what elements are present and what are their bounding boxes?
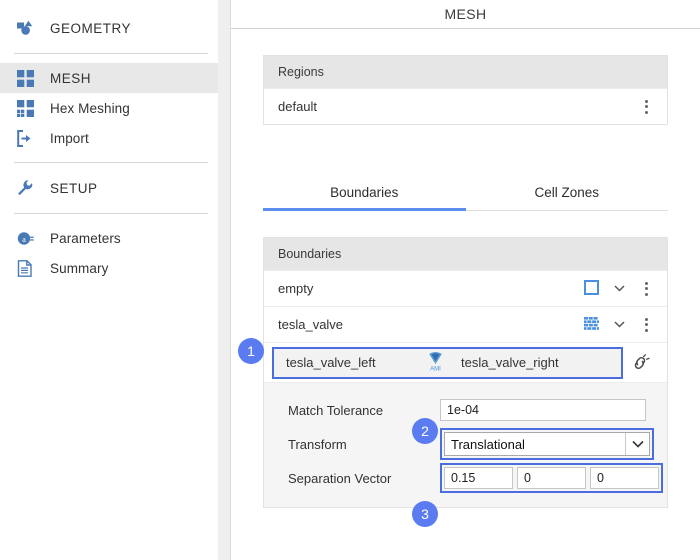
transform-highlight: Translational [440, 428, 654, 460]
ami-interface-icon: AMI [426, 351, 445, 374]
table-row[interactable]: default [264, 88, 667, 124]
page-title: MESH [444, 6, 487, 22]
transform-value: Translational [451, 436, 525, 452]
panel-gutter [218, 0, 230, 560]
tab-boundaries-label: Boundaries [330, 185, 399, 200]
sidebar: GEOMETRY MESH Hex Meshing Import SETUP a… [0, 0, 218, 560]
chevron-down-icon[interactable] [609, 314, 629, 336]
sidebar-item-hex-meshing[interactable]: Hex Meshing [0, 93, 218, 123]
sidebar-label-geometry: GEOMETRY [50, 20, 132, 36]
sidebar-item-import[interactable]: Import [0, 123, 218, 153]
sidebar-section-setup[interactable]: SETUP [0, 172, 218, 204]
transform-select[interactable]: Translational [444, 432, 650, 456]
regions-card: Regions default [263, 55, 668, 125]
separation-vector-highlight [440, 463, 663, 493]
region-name: default [278, 99, 318, 114]
sidebar-divider-1 [14, 53, 208, 54]
sidebar-divider-2 [14, 162, 208, 163]
hex-grid-icon [14, 97, 36, 119]
separation-vector-x-input[interactable] [444, 467, 513, 489]
match-tolerance-label: Match Tolerance [288, 402, 384, 418]
kebab-icon[interactable] [635, 312, 657, 338]
sidebar-label-import: Import [50, 130, 89, 146]
separation-vector-y-input[interactable] [517, 467, 586, 489]
wall-brick-icon[interactable] [582, 316, 599, 333]
chevron-down-icon[interactable] [625, 433, 649, 455]
form-row-transform: Transform Translational [264, 427, 667, 461]
separation-vector-label: Separation Vector [288, 470, 392, 486]
table-row[interactable]: tesla_valve [264, 306, 667, 342]
main-body: Regions default Boundaries Cell Zones Bo… [231, 29, 700, 508]
sidebar-label-mesh: MESH [50, 70, 92, 86]
unlink-icon[interactable] [623, 346, 657, 380]
main-panel: MESH Regions default Boundaries Cell Zon… [230, 0, 700, 560]
import-arrow-icon [14, 127, 36, 149]
svg-text:AMI: AMI [430, 367, 441, 372]
callout-badge-3: 3 [412, 501, 438, 527]
svg-text:a: a [22, 235, 26, 244]
tab-bar: Boundaries Cell Zones [263, 185, 668, 211]
sidebar-label-summary: Summary [50, 260, 109, 276]
sidebar-divider-3 [14, 213, 208, 214]
application-window: GEOMETRY MESH Hex Meshing Import SETUP a… [0, 0, 700, 560]
wrench-icon [14, 177, 36, 199]
pair-right-label: tesla_valve_right [461, 355, 559, 370]
ami-settings-form: Match Tolerance Transform Translational [264, 382, 667, 507]
grid-squares-icon [14, 67, 36, 89]
sidebar-section-geometry[interactable]: GEOMETRY [0, 12, 218, 44]
boundary-pair-row[interactable]: tesla_valve_left AMI tesla_valve_right [264, 342, 667, 382]
callout-badge-2: 2 [412, 418, 438, 444]
chevron-down-icon[interactable] [609, 278, 629, 300]
form-row-separation-vector: Separation Vector [264, 461, 667, 495]
parameters-circle-a-icon: a [14, 227, 36, 249]
form-row-match-tolerance: Match Tolerance [264, 393, 667, 427]
regions-header: Regions [264, 56, 667, 88]
pair-left-label: tesla_valve_left [286, 355, 376, 370]
sidebar-label-hex-meshing: Hex Meshing [50, 100, 130, 116]
boundary-name: empty [278, 281, 314, 296]
sidebar-item-summary[interactable]: Summary [0, 253, 218, 283]
separation-vector-z-input[interactable] [590, 467, 659, 489]
table-row[interactable]: empty [264, 270, 667, 306]
empty-square-icon[interactable] [584, 279, 599, 298]
ami-pair-selection[interactable]: tesla_valve_left AMI tesla_valve_right [272, 346, 623, 379]
tab-boundaries[interactable]: Boundaries [263, 185, 466, 211]
geometry-shapes-icon [14, 17, 36, 39]
kebab-icon[interactable] [635, 94, 657, 120]
separation-vector-inputs [444, 467, 659, 489]
boundaries-card: Boundaries empty tesla_valve tesla_valve… [263, 237, 668, 508]
boundaries-header: Boundaries [264, 238, 667, 270]
tab-cell-zones[interactable]: Cell Zones [466, 185, 669, 210]
sidebar-item-mesh[interactable]: MESH [0, 63, 218, 93]
callout-badge-1: 1 [238, 338, 264, 364]
sidebar-item-parameters[interactable]: a Parameters [0, 223, 218, 253]
sidebar-label-parameters: Parameters [50, 230, 121, 246]
kebab-icon[interactable] [635, 276, 657, 302]
match-tolerance-input[interactable] [440, 399, 646, 421]
tab-cell-zones-label: Cell Zones [534, 185, 600, 200]
boundary-name: tesla_valve [278, 317, 344, 332]
main-header: MESH [231, 0, 700, 29]
document-icon [14, 257, 36, 279]
sidebar-label-setup: SETUP [50, 180, 98, 196]
